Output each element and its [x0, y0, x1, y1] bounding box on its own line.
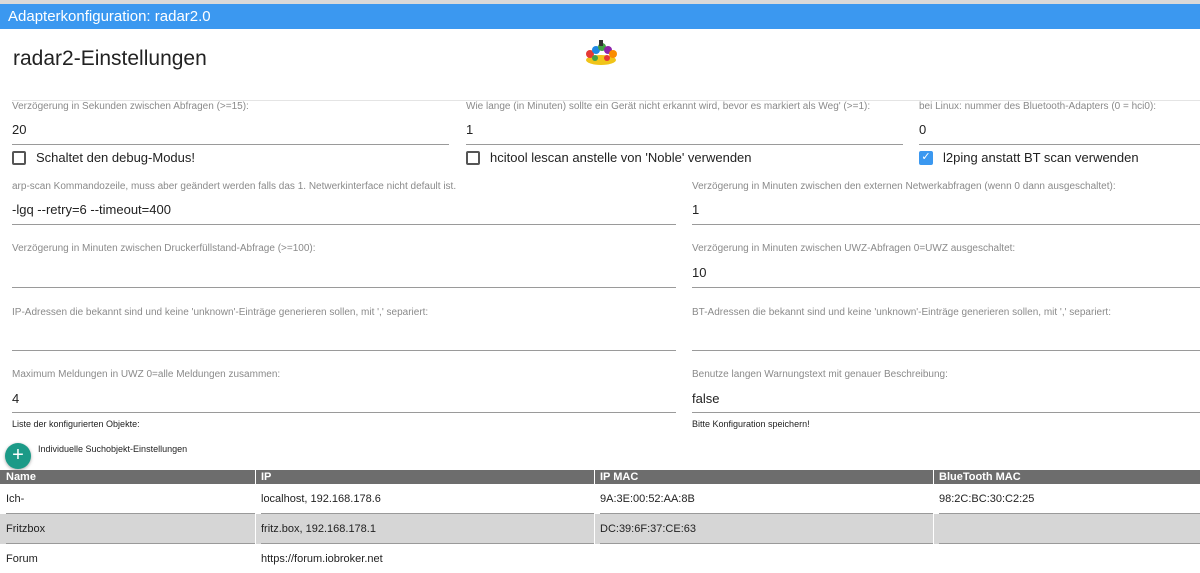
debug-mode-checkbox[interactable]: Schaltet den debug-Modus!	[12, 150, 195, 165]
l2ping-checkbox[interactable]: ✓ l2ping anstatt BT scan verwenden	[919, 150, 1139, 165]
max-uwz-input[interactable]: 4	[12, 391, 19, 406]
delay-seconds-label: Verzögerung in Sekunden zwischen Abfrage…	[12, 101, 249, 112]
cell-name[interactable]: Ich-	[0, 484, 24, 514]
ext-net-delay-label: Verzögerung in Minuten zwischen den exte…	[692, 181, 1116, 192]
max-uwz-label: Maximum Meldungen in UWZ 0=alle Meldunge…	[12, 369, 281, 380]
column-header-ip[interactable]: IP	[255, 470, 271, 484]
uwz-delay-input[interactable]: 10	[692, 265, 706, 280]
bt-adapter-input[interactable]: 0	[919, 122, 926, 137]
ext-net-delay-input[interactable]: 1	[692, 202, 699, 217]
cell-bt-mac[interactable]: 98:2C:BC:30:C2:25	[933, 484, 1034, 514]
cell-ip[interactable]: localhost, 192.168.178.6	[255, 484, 381, 514]
known-ips-label: IP-Adressen die bekannt sind und keine '…	[12, 307, 429, 318]
long-warning-underline	[692, 412, 1200, 413]
hcitool-checkbox[interactable]: hcitool lescan anstelle von 'Noble' verw…	[466, 150, 752, 165]
not-found-minutes-input[interactable]: 1	[466, 122, 473, 137]
debug-checkbox-box[interactable]	[12, 150, 26, 165]
bt-adapter-label: bei Linux: nummer des Bluetooth-Adapters…	[919, 101, 1157, 112]
save-hint: Bitte Konfiguration speichern!	[692, 419, 810, 429]
long-warning-label: Benutze langen Warnungstext mit genauer …	[692, 369, 948, 380]
cell-name[interactable]: Fritzbox	[0, 514, 45, 544]
bt-adapter-underline	[919, 144, 1200, 145]
uwz-delay-label: Verzögerung in Minuten zwischen UWZ-Abfr…	[692, 243, 1016, 254]
printer-delay-label: Verzögerung in Minuten zwischen Druckerf…	[12, 243, 316, 254]
checkmark-icon[interactable]: ✓	[919, 150, 933, 165]
plus-icon: +	[12, 444, 24, 466]
cell-name[interactable]: Forum	[0, 544, 38, 573]
not-found-minutes-label: Wie lange (in Minuten) sollte ein Gerät …	[466, 101, 871, 112]
column-separator	[933, 470, 934, 573]
l2ping-checkbox-label: l2ping anstatt BT scan verwenden	[943, 150, 1139, 165]
column-header-ip-mac[interactable]: IP MAC	[594, 470, 638, 484]
window-titlebar: Adapterkonfiguration: radar2.0	[0, 4, 1200, 29]
hcitool-checkbox-box[interactable]	[466, 150, 480, 165]
delay-seconds-input[interactable]: 20	[12, 122, 26, 137]
not-found-minutes-underline	[466, 144, 903, 145]
table-row: Ich- localhost, 192.168.178.6 9A:3E:00:5…	[0, 484, 1200, 514]
table-header: Name IP IP MAC BlueTooth MAC	[0, 470, 1200, 484]
cell-ip-mac[interactable]: 9A:3E:00:52:AA:8B	[594, 484, 695, 514]
delay-seconds-underline	[12, 144, 449, 145]
known-bt-underline	[692, 350, 1200, 351]
debug-checkbox-label: Schaltet den debug-Modus!	[36, 150, 195, 165]
table-row: Forum https://forum.iobroker.net	[0, 544, 1200, 573]
cell-ip-mac[interactable]: DC:39:6F:37:CE:63	[594, 514, 696, 544]
column-separator	[255, 470, 256, 573]
add-object-label: Individuelle Suchobjekt-Einstellungen	[38, 444, 188, 454]
objects-list-heading: Liste der konfigurierten Objekte:	[12, 419, 140, 429]
column-separator	[594, 470, 595, 573]
table-row: Fritzbox fritz.box, 192.168.178.1 DC:39:…	[0, 514, 1200, 544]
known-ips-underline	[12, 350, 676, 351]
ext-net-delay-underline	[692, 224, 1200, 225]
max-uwz-underline	[12, 412, 676, 413]
printer-delay-underline	[12, 287, 676, 288]
uwz-delay-underline	[692, 287, 1200, 288]
add-object-button[interactable]: +	[5, 443, 31, 469]
column-header-name[interactable]: Name	[0, 470, 36, 484]
hcitool-checkbox-label: hcitool lescan anstelle von 'Noble' verw…	[490, 150, 752, 165]
cell-ip[interactable]: https://forum.iobroker.net	[255, 544, 383, 573]
long-warning-input[interactable]: false	[692, 391, 719, 406]
known-bt-label: BT-Adressen die bekannt sind und keine '…	[692, 307, 1111, 318]
arp-scan-input[interactable]: -lgq --retry=6 --timeout=400	[12, 202, 171, 217]
cell-ip[interactable]: fritz.box, 192.168.178.1	[255, 514, 376, 544]
column-header-bt-mac[interactable]: BlueTooth MAC	[933, 470, 1021, 484]
radar2-logo-icon	[586, 40, 617, 65]
page-title: radar2-Einstellungen	[13, 47, 207, 70]
window-title: Adapterkonfiguration: radar2.0	[8, 8, 211, 25]
arp-scan-label: arp-scan Kommandozeile, muss aber geände…	[12, 181, 457, 192]
arp-scan-underline	[12, 224, 676, 225]
